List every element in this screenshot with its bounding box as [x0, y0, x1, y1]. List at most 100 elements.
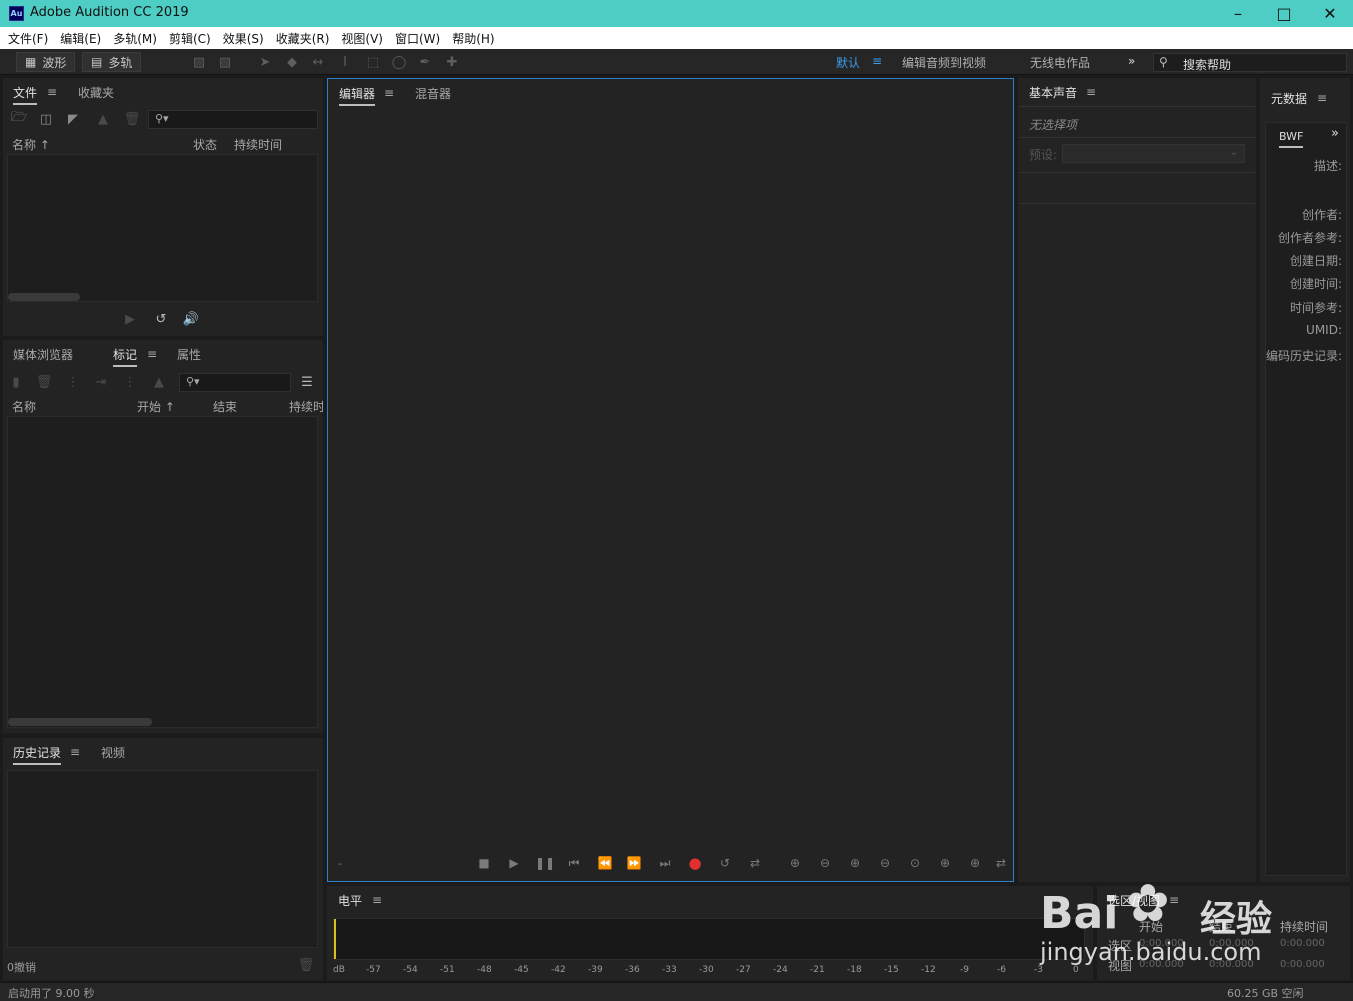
more-workspaces-icon[interactable]: »: [1128, 54, 1135, 68]
essential-sound-title[interactable]: 基本声音: [1029, 84, 1077, 101]
tab-mixer[interactable]: 混音器: [415, 85, 451, 102]
menu-window[interactable]: 窗口(W): [389, 30, 446, 47]
tab-editor[interactable]: 编辑器: [339, 85, 376, 106]
tab-history[interactable]: 历史记录: [13, 744, 62, 765]
stop-icon[interactable]: ■: [473, 854, 495, 872]
new-file-icon[interactable]: ◤: [63, 110, 83, 128]
markers-list[interactable]: [7, 416, 318, 728]
help-search-input[interactable]: ⚲ 搜索帮助: [1153, 53, 1347, 72]
preset-dropdown[interactable]: ⌄: [1062, 144, 1245, 163]
zoom-out-time-icon[interactable]: ⊖: [874, 854, 896, 872]
record-icon[interactable]: ●: [684, 854, 706, 872]
panel-menu-icon[interactable]: ≡: [70, 745, 80, 759]
metadata-title[interactable]: 元数据: [1271, 90, 1307, 107]
play-preview-icon[interactable]: ▶: [120, 310, 140, 328]
files-scrollbar[interactable]: [8, 293, 80, 301]
zoom-to-selection-icon[interactable]: ⇄: [990, 854, 1012, 872]
column-name[interactable]: 名称: [12, 398, 36, 415]
tab-favorites[interactable]: 收藏夹: [78, 84, 114, 101]
loop-playback-icon[interactable]: ↺: [714, 854, 736, 872]
menu-effects[interactable]: 效果(S): [217, 30, 270, 47]
workspace-menu-icon[interactable]: ≡: [872, 54, 882, 68]
tab-markers[interactable]: 标记: [113, 346, 138, 367]
panel-menu-icon[interactable]: ≡: [147, 347, 157, 361]
auto-play-icon[interactable]: 🔊: [181, 310, 201, 328]
play-icon[interactable]: ▶: [503, 854, 525, 872]
panel-menu-icon[interactable]: ≡: [1169, 893, 1179, 907]
waveform-view-button[interactable]: ▦ 波形: [16, 52, 76, 72]
export-range-icon[interactable]: ⋮: [120, 373, 140, 391]
levels-title[interactable]: 电平: [338, 892, 362, 909]
panel-menu-icon[interactable]: ≡: [372, 893, 382, 907]
selection-start-value[interactable]: 0:00.000: [1139, 938, 1184, 949]
tab-media-browser[interactable]: 媒体浏览器: [13, 346, 73, 363]
skip-to-start-icon[interactable]: ⏮: [563, 854, 585, 872]
panel-menu-icon[interactable]: ≡: [384, 86, 394, 100]
history-list[interactable]: [7, 770, 318, 948]
marquee-tool-icon[interactable]: ⬚: [364, 53, 382, 71]
insert-into-multitrack-icon[interactable]: ▲: [93, 110, 113, 128]
selection-duration-value[interactable]: 0:00.000: [1280, 938, 1325, 949]
brush-tool-icon[interactable]: ✒: [416, 53, 434, 71]
close-button[interactable]: ✕: [1307, 0, 1353, 27]
selection-end-value[interactable]: 0:00.000: [1209, 938, 1254, 949]
view-duration-value[interactable]: 0:00.000: [1280, 959, 1325, 970]
workspace-radio[interactable]: 无线电作品: [1030, 54, 1090, 71]
spot-healing-tool-icon[interactable]: ✚: [443, 53, 461, 71]
zoom-in-amplitude-icon[interactable]: ⊕: [784, 854, 806, 872]
fast-forward-icon[interactable]: ⏩: [623, 854, 645, 872]
maximize-button[interactable]: □: [1261, 0, 1307, 27]
loop-preview-icon[interactable]: ↺: [151, 310, 171, 328]
skip-to-end-icon[interactable]: ⏭: [654, 854, 676, 872]
panel-menu-icon[interactable]: ≡: [1317, 91, 1327, 105]
pause-icon[interactable]: ❚❚: [534, 854, 556, 872]
files-search-input[interactable]: ⚲▾: [148, 110, 318, 129]
selection-view-title[interactable]: 选区/视图: [1108, 892, 1160, 909]
zoom-in-to-in-point-icon[interactable]: ⊕: [934, 854, 956, 872]
menu-clip[interactable]: 剪辑(C): [163, 30, 217, 47]
slip-tool-icon[interactable]: ↔: [309, 53, 327, 71]
batch-process-icon[interactable]: ▲: [149, 373, 169, 391]
column-name[interactable]: 名称 ↑: [12, 136, 50, 153]
spectral-frequency-icon[interactable]: ▧: [190, 53, 208, 71]
menu-help[interactable]: 帮助(H): [446, 30, 500, 47]
view-end-value[interactable]: 0:00.000: [1209, 959, 1254, 970]
menu-multitrack[interactable]: 多轨(M): [107, 30, 163, 47]
delete-file-icon[interactable]: 🗑: [122, 110, 142, 128]
rewind-icon[interactable]: ⏪: [594, 854, 616, 872]
delete-history-icon[interactable]: 🗑: [296, 956, 316, 974]
import-file-icon[interactable]: ◫: [36, 110, 56, 128]
tab-video[interactable]: 视频: [101, 744, 125, 761]
open-file-icon[interactable]: 🗁: [9, 110, 29, 128]
column-end[interactable]: 结束: [213, 398, 237, 415]
column-start[interactable]: 开始 ↑: [137, 398, 175, 415]
move-tool-icon[interactable]: ➤: [256, 53, 274, 71]
delete-marker-icon[interactable]: 🗑: [34, 373, 54, 391]
menu-favorites[interactable]: 收藏夹(R): [270, 30, 336, 47]
column-duration[interactable]: 持续时: [289, 398, 323, 415]
menu-view[interactable]: 视图(V): [335, 30, 389, 47]
zoom-in-time-icon[interactable]: ⊕: [844, 854, 866, 872]
add-marker-icon[interactable]: ▮: [6, 373, 26, 391]
tab-files[interactable]: 文件: [13, 84, 38, 105]
panel-menu-icon[interactable]: ≡: [1086, 85, 1096, 99]
tab-properties[interactable]: 属性: [177, 346, 201, 363]
workspace-default[interactable]: 默认: [836, 54, 860, 71]
workspace-edit-video[interactable]: 编辑音频到视频: [902, 54, 986, 71]
razor-tool-icon[interactable]: ◆: [283, 53, 301, 71]
view-start-value[interactable]: 0:00.000: [1139, 959, 1184, 970]
zoom-out-full-icon[interactable]: ⊙: [904, 854, 926, 872]
panel-menu-icon[interactable]: ≡: [47, 85, 57, 99]
column-duration[interactable]: 持续时间: [234, 136, 282, 153]
spectral-pitch-icon[interactable]: ▧: [216, 53, 234, 71]
zoom-in-to-out-point-icon[interactable]: ⊕: [964, 854, 986, 872]
files-list[interactable]: [7, 154, 318, 302]
insert-to-playlist-icon[interactable]: ⇥: [91, 373, 111, 391]
lasso-tool-icon[interactable]: ◯: [390, 53, 408, 71]
markers-search-input[interactable]: ⚲▾: [179, 373, 291, 392]
marker-filter-icon[interactable]: ☰: [297, 373, 317, 391]
tab-bwf[interactable]: BWF: [1279, 130, 1304, 148]
time-selection-tool-icon[interactable]: I: [336, 53, 354, 71]
column-status[interactable]: 状态: [193, 136, 217, 153]
more-tabs-icon[interactable]: »: [1331, 126, 1339, 141]
